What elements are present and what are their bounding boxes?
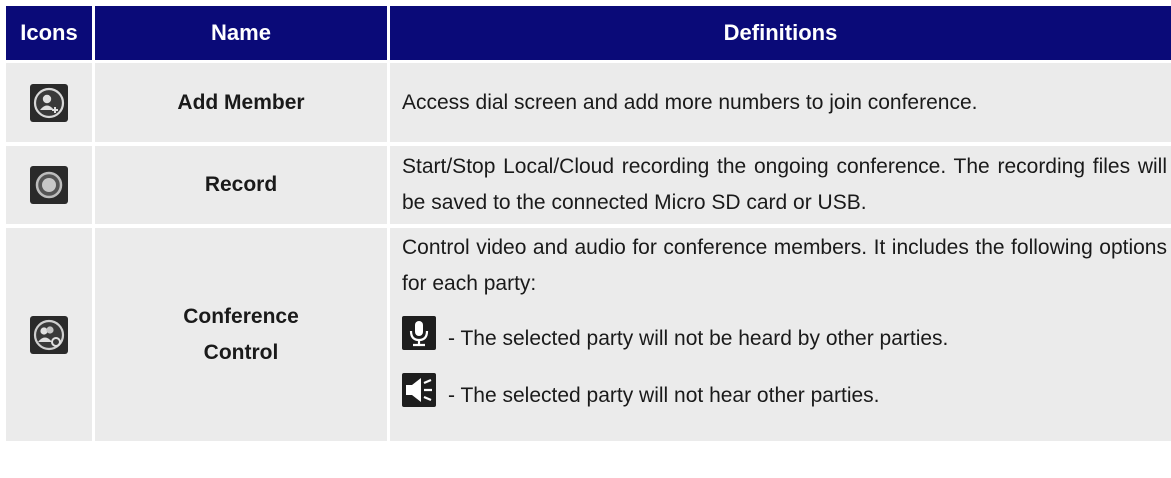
header-name: Name — [95, 6, 390, 60]
header-definitions: Definitions — [723, 20, 838, 45]
add-member-icon — [30, 83, 68, 122]
option-mute-speaker: - The selected party will not hear other… — [402, 373, 1167, 419]
header-icons: Icons — [6, 6, 95, 60]
row-name: Record — [95, 146, 390, 224]
table-row-conference-control: Conference Control Control video and aud… — [6, 228, 1171, 441]
row-name: Conference Control — [95, 228, 390, 441]
option-mute-microphone: - The selected party will not be heard b… — [402, 316, 1167, 362]
row-name: Add Member — [95, 63, 390, 142]
conference-control-icon — [30, 315, 68, 354]
table-header-row: Icons Name Definitions — [6, 6, 1171, 60]
microphone-icon — [402, 316, 436, 362]
row-definition: Control video and audio for conference m… — [390, 228, 1171, 441]
row-definition: Access dial screen and add more numbers … — [390, 63, 1171, 142]
table-row-record: Record Start/Stop Local/Cloud recording … — [6, 146, 1171, 224]
icons-definition-table: Icons Name Definitions Add Member Access… — [6, 6, 1171, 441]
record-icon — [30, 166, 68, 204]
row-definition: Start/Stop Local/Cloud recording the ong… — [390, 146, 1171, 224]
speaker-icon — [402, 373, 436, 419]
table-row-add-member: Add Member Access dial screen and add mo… — [6, 63, 1171, 142]
